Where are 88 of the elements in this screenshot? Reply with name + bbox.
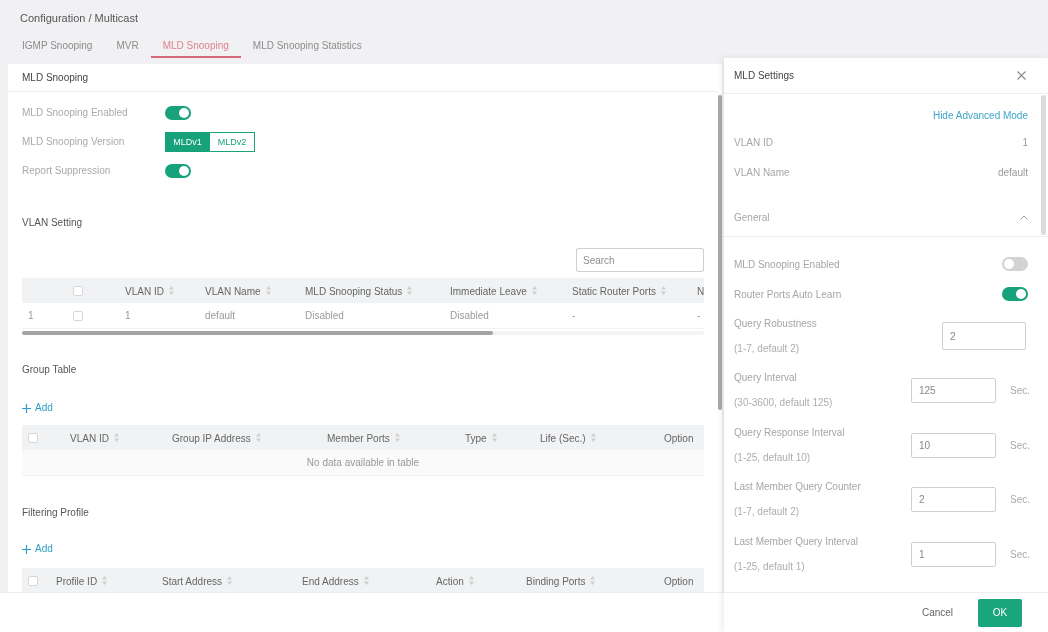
table-cell: 1 bbox=[119, 303, 199, 329]
number-input[interactable]: 2 bbox=[942, 322, 1026, 351]
add-link[interactable]: Add bbox=[22, 401, 53, 415]
segment-button[interactable]: MLDv2 bbox=[210, 131, 255, 152]
vertical-scrollbar[interactable] bbox=[718, 95, 722, 410]
section-title: VLAN Setting bbox=[22, 216, 84, 230]
field-label: Query Response Interval bbox=[734, 425, 845, 440]
range-hint: (1-25, default 1) bbox=[734, 559, 806, 574]
panel-title: MLD Snooping bbox=[8, 64, 718, 92]
plus-icon bbox=[22, 544, 31, 554]
unit-label: Sec. bbox=[1010, 439, 1028, 451]
field-value: default bbox=[997, 166, 1028, 178]
section-title: Group Table bbox=[22, 363, 78, 377]
field-label: Query Robustness bbox=[734, 316, 817, 331]
vertical-scrollbar[interactable] bbox=[1041, 95, 1046, 235]
sort-icon[interactable] bbox=[363, 576, 369, 586]
table-cell: - bbox=[566, 303, 691, 329]
field-label: Last Member Query Interval bbox=[734, 534, 858, 549]
add-link[interactable]: Add bbox=[22, 542, 53, 556]
field-value: 1 bbox=[1022, 136, 1028, 148]
chevron-up-icon[interactable] bbox=[1020, 214, 1028, 220]
table-cell: - bbox=[691, 303, 704, 329]
toggle-switch[interactable] bbox=[1002, 287, 1028, 301]
sort-icon[interactable] bbox=[102, 576, 108, 586]
column-header[interactable]: Action bbox=[436, 575, 464, 587]
sort-icon[interactable] bbox=[265, 286, 271, 296]
column-header[interactable]: Life (Sec.) bbox=[540, 432, 586, 444]
toggle-switch[interactable] bbox=[165, 105, 191, 120]
checkbox[interactable] bbox=[28, 576, 38, 587]
horizontal-scrollbar[interactable] bbox=[22, 331, 704, 335]
column-header[interactable]: VLAN ID bbox=[70, 432, 109, 444]
checkbox[interactable] bbox=[73, 286, 83, 297]
field-label: VLAN Name bbox=[734, 166, 790, 178]
advanced-mode-link[interactable]: Hide Advanced Mode bbox=[932, 110, 1028, 121]
column-header[interactable]: Profile ID bbox=[56, 575, 98, 587]
number-input[interactable]: 125 bbox=[911, 378, 996, 404]
setting-label: Report Suppression bbox=[22, 165, 112, 176]
section-title: Filtering Profile bbox=[22, 506, 90, 520]
setting-label: MLD Snooping Version bbox=[22, 136, 126, 147]
sort-icon[interactable] bbox=[491, 433, 497, 443]
close-icon bbox=[1017, 71, 1026, 80]
number-input[interactable]: 2 bbox=[911, 487, 996, 513]
setting-label: MLD Snooping Enabled bbox=[22, 107, 129, 118]
sort-icon[interactable] bbox=[394, 433, 400, 443]
unit-label: Sec. bbox=[1010, 494, 1028, 506]
number-input[interactable]: 10 bbox=[911, 432, 996, 458]
segment-button[interactable]: MLDv1 bbox=[165, 131, 210, 152]
sort-icon[interactable] bbox=[407, 286, 413, 296]
toggle-switch[interactable] bbox=[1002, 257, 1028, 271]
range-hint: (30-3600, default 125) bbox=[734, 396, 833, 411]
close-button[interactable] bbox=[1017, 71, 1026, 80]
unit-label: Sec. bbox=[1010, 385, 1028, 397]
sort-icon[interactable] bbox=[468, 576, 474, 586]
sort-icon[interactable] bbox=[255, 433, 261, 443]
range-hint: (1-7, default 2) bbox=[734, 341, 801, 356]
row-number: 1 bbox=[22, 303, 67, 329]
number-input[interactable]: 1 bbox=[911, 541, 996, 567]
sort-icon[interactable] bbox=[227, 576, 233, 586]
sort-icon[interactable] bbox=[590, 576, 596, 586]
toggle-switch[interactable] bbox=[165, 163, 191, 178]
empty-table-message: No data available in table bbox=[306, 457, 420, 468]
sort-icon[interactable] bbox=[590, 433, 596, 443]
unit-label: Sec. bbox=[1010, 548, 1028, 560]
checkbox[interactable] bbox=[73, 311, 83, 322]
range-hint: (1-7, default 2) bbox=[734, 505, 801, 520]
field-label: Query Interval bbox=[734, 371, 798, 386]
range-hint: (1-25, default 10) bbox=[734, 450, 812, 465]
field-label: Router Ports Auto Learn bbox=[734, 288, 842, 300]
sort-icon[interactable] bbox=[660, 286, 666, 296]
checkbox[interactable] bbox=[28, 433, 38, 444]
tab[interactable]: IGMP Snooping bbox=[10, 34, 105, 58]
sort-icon[interactable] bbox=[113, 433, 119, 443]
table-cell: Disabled bbox=[444, 303, 566, 329]
breadcrumb: Configuration / Multicast bbox=[20, 11, 139, 26]
field-label: MLD Snooping Enabled bbox=[734, 258, 840, 270]
search-field[interactable]: Search bbox=[576, 248, 704, 272]
field-label: VLAN ID bbox=[734, 136, 773, 148]
drawer-title: MLD Settings bbox=[734, 70, 795, 81]
table-cell: Disabled bbox=[299, 303, 444, 329]
tab[interactable]: MVR bbox=[104, 34, 151, 58]
plus-icon bbox=[22, 403, 31, 413]
ok-button[interactable]: OK bbox=[978, 598, 1022, 627]
sort-icon[interactable] bbox=[531, 286, 537, 296]
tab[interactable]: MLD Snooping Statistics bbox=[240, 34, 374, 58]
column-header[interactable]: Type bbox=[465, 432, 487, 444]
sort-icon[interactable] bbox=[168, 286, 174, 296]
table-cell: default bbox=[199, 303, 299, 329]
field-label: Last Member Query Counter bbox=[734, 480, 861, 495]
